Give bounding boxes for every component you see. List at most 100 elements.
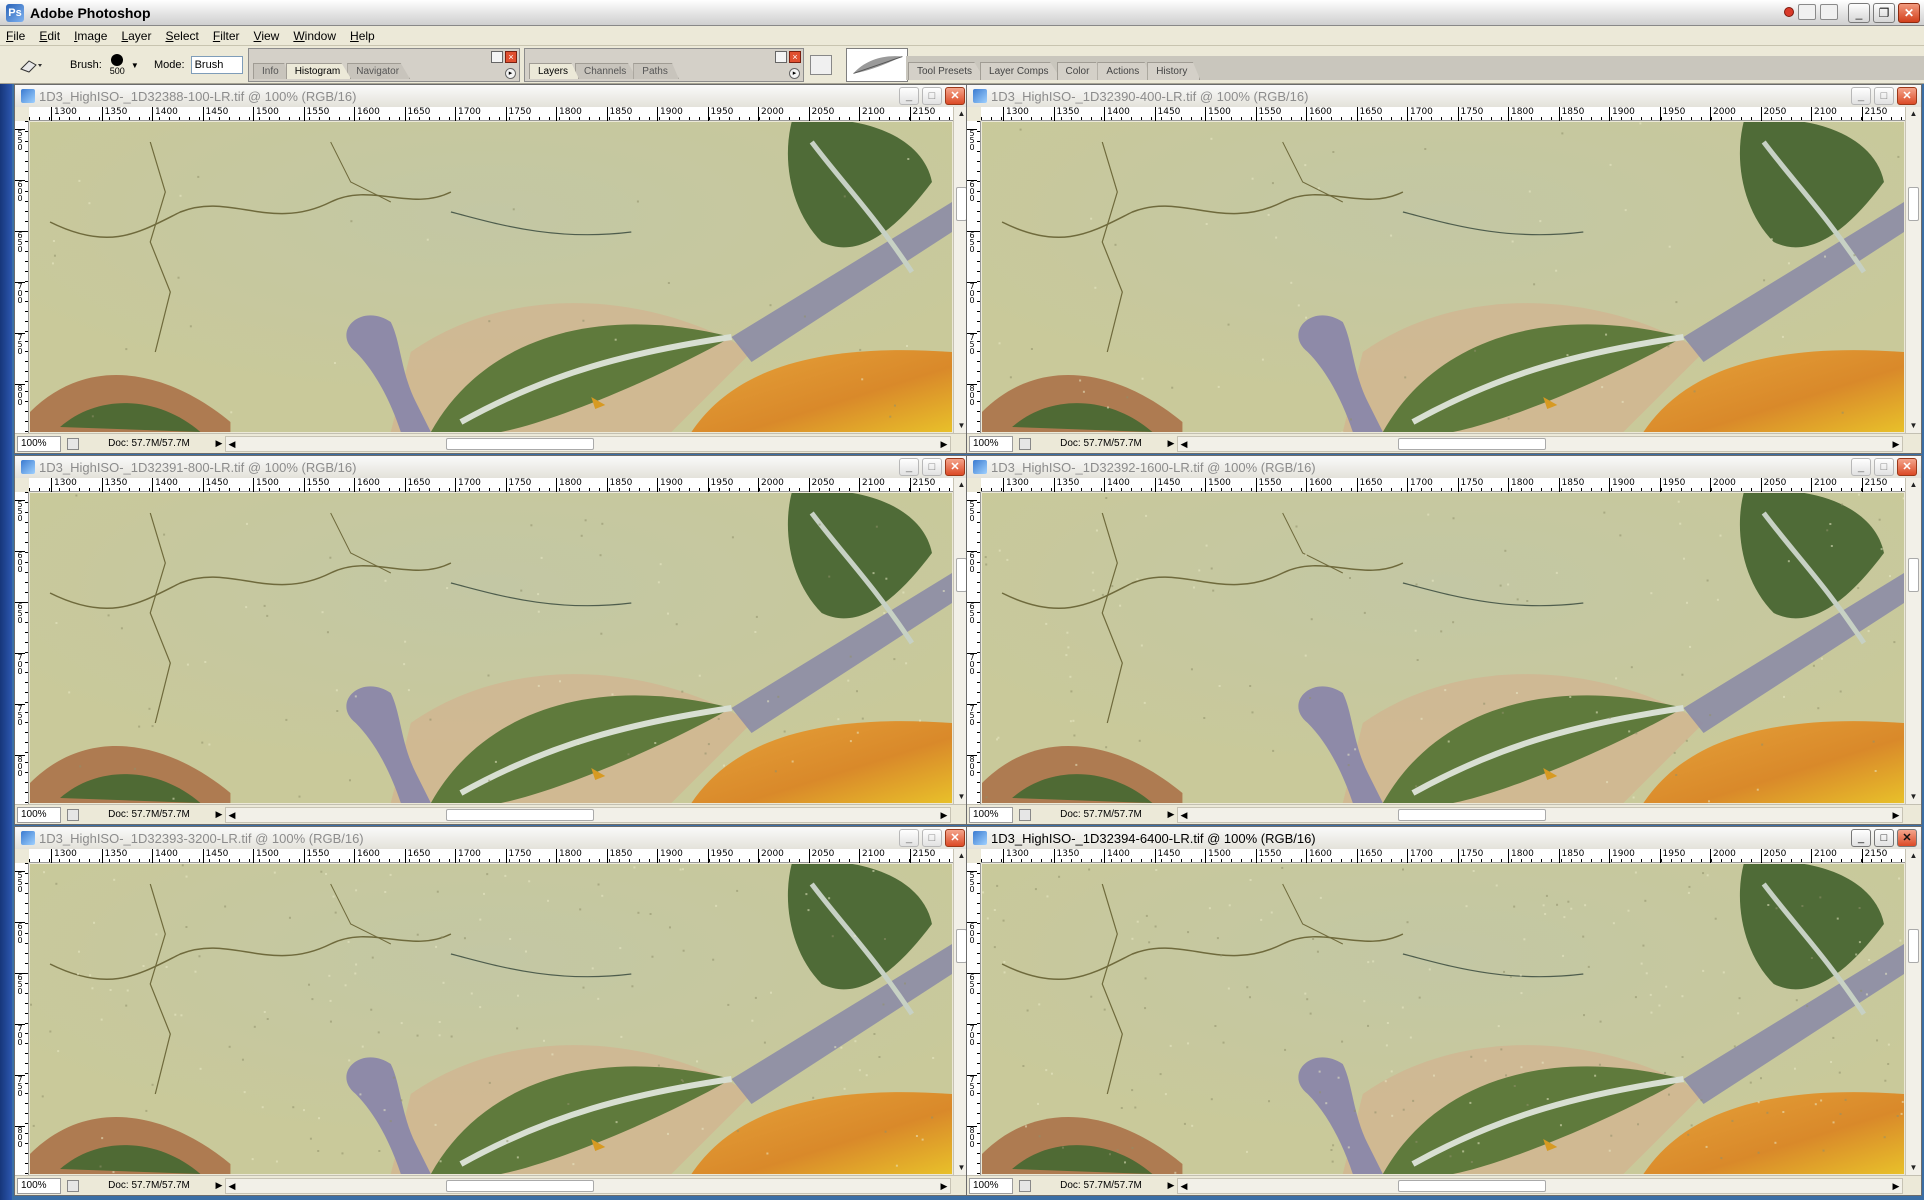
minimize-button[interactable]: _ (1848, 3, 1870, 23)
feather-logo-icon[interactable] (846, 48, 908, 82)
zoom-field[interactable]: 100% (969, 806, 1013, 823)
menu-image[interactable]: Image (74, 29, 107, 43)
document-window-3[interactable]: 1D3_HighISO-_1D32391-800-LR.tif @ 100% (… (14, 455, 970, 825)
horizontal-scrollbar[interactable]: ◀ ▶ (1177, 435, 1903, 452)
minimize-button[interactable]: _ (899, 829, 919, 847)
tab-actions[interactable]: Actions (1097, 62, 1153, 80)
document-title-bar[interactable]: 1D3_HighISO-_1D32390-400-LR.tif @ 100% (… (967, 85, 1921, 107)
minimize-button[interactable]: _ (1851, 458, 1871, 476)
menu-view[interactable]: View (254, 29, 280, 43)
status-menu-icon[interactable]: ▶ (213, 1180, 225, 1191)
horizontal-scrollbar[interactable]: ◀ ▶ (1177, 806, 1903, 823)
close-button[interactable]: ✕ (945, 458, 965, 476)
minimize-button[interactable]: _ (1851, 87, 1871, 105)
close-button[interactable]: ✕ (1897, 458, 1917, 476)
document-title-bar[interactable]: 1D3_HighISO-_1D32388-100-LR.tif @ 100% (… (15, 85, 969, 107)
mode-select[interactable]: Brush (190, 56, 243, 74)
scroll-up-icon[interactable]: ▲ (1907, 478, 1920, 492)
tab-layers[interactable]: Layers (529, 63, 580, 79)
close-button[interactable]: ✕ (945, 829, 965, 847)
close-button[interactable]: ✕ (945, 87, 965, 105)
document-title-bar[interactable]: 1D3_HighISO-_1D32391-800-LR.tif @ 100% (… (15, 456, 969, 478)
maximize-button[interactable]: □ (922, 87, 942, 105)
scroll-down-icon[interactable]: ▼ (1907, 419, 1920, 433)
scroll-up-icon[interactable]: ▲ (1907, 849, 1920, 863)
scroll-left-icon[interactable]: ◀ (226, 808, 238, 822)
menu-edit[interactable]: Edit (39, 29, 60, 43)
eraser-tool-icon[interactable] (18, 56, 44, 74)
scroll-down-icon[interactable]: ▼ (1907, 1161, 1920, 1175)
scroll-thumb[interactable] (1398, 1179, 1546, 1192)
image-canvas[interactable] (30, 122, 952, 432)
chevron-down-icon[interactable]: ▼ (131, 61, 139, 70)
close-button[interactable]: ✕ (1898, 3, 1920, 23)
scroll-left-icon[interactable]: ◀ (1178, 808, 1190, 822)
maximize-button[interactable]: ❐ (1873, 3, 1895, 23)
status-menu-icon[interactable]: ▶ (213, 809, 225, 820)
document-window-4[interactable]: 1D3_HighISO-_1D32392-1600-LR.tif @ 100% … (966, 455, 1922, 825)
image-canvas[interactable] (982, 122, 1904, 432)
maximize-button[interactable]: □ (1874, 829, 1894, 847)
menu-help[interactable]: Help (350, 29, 375, 43)
horizontal-scrollbar[interactable]: ◀ ▶ (225, 435, 951, 452)
vertical-scrollbar[interactable]: ▲ ▼ (1905, 478, 1921, 804)
document-window-5[interactable]: 1D3_HighISO-_1D32393-3200-LR.tif @ 100% … (14, 826, 970, 1196)
maximize-button[interactable]: □ (922, 829, 942, 847)
scroll-right-icon[interactable]: ▶ (1890, 808, 1902, 822)
scroll-thumb[interactable] (1398, 437, 1546, 450)
image-canvas[interactable] (982, 493, 1904, 803)
maximize-button[interactable]: □ (1874, 458, 1894, 476)
restore-icon[interactable] (1820, 4, 1838, 20)
dock-icon[interactable] (775, 51, 787, 63)
tab-paths[interactable]: Paths (633, 63, 679, 79)
scroll-left-icon[interactable]: ◀ (226, 1179, 238, 1193)
vertical-scrollbar[interactable]: ▲ ▼ (1905, 107, 1921, 433)
minimize-button[interactable]: _ (899, 458, 919, 476)
screen-mode-icon[interactable] (1798, 4, 1816, 20)
scroll-up-icon[interactable]: ▲ (1907, 107, 1920, 121)
minimize-button[interactable]: _ (899, 87, 919, 105)
scroll-thumb[interactable] (446, 1179, 594, 1192)
tab-info[interactable]: Info (253, 63, 290, 79)
zoom-field[interactable]: 100% (17, 1177, 61, 1194)
dock-icon[interactable] (491, 51, 503, 63)
document-window-1[interactable]: 1D3_HighISO-_1D32388-100-LR.tif @ 100% (… (14, 84, 970, 454)
scroll-thumb[interactable] (1398, 808, 1546, 821)
document-title-bar[interactable]: 1D3_HighISO-_1D32394-6400-LR.tif @ 100% … (967, 827, 1921, 849)
zoom-field[interactable]: 100% (17, 806, 61, 823)
scroll-left-icon[interactable]: ◀ (226, 437, 238, 451)
status-menu-icon[interactable]: ▶ (1165, 1180, 1177, 1191)
scroll-right-icon[interactable]: ▶ (1890, 437, 1902, 451)
scroll-thumb[interactable] (1908, 929, 1919, 963)
scroll-thumb[interactable] (1908, 558, 1919, 592)
status-icon[interactable] (67, 437, 79, 450)
tab-color[interactable]: Color (1056, 62, 1103, 80)
status-menu-icon[interactable]: ▶ (1165, 438, 1177, 449)
zoom-field[interactable]: 100% (17, 435, 61, 452)
image-canvas[interactable] (30, 493, 952, 803)
tab-navigator[interactable]: Navigator (347, 63, 411, 79)
status-icon[interactable] (67, 1179, 79, 1192)
image-canvas[interactable] (30, 864, 952, 1174)
palette-well-toggle-icon[interactable] (810, 55, 832, 75)
tab-tool-presets[interactable]: Tool Presets (908, 62, 986, 80)
menu-window[interactable]: Window (293, 29, 336, 43)
document-title-bar[interactable]: 1D3_HighISO-_1D32392-1600-LR.tif @ 100% … (967, 456, 1921, 478)
maximize-button[interactable]: □ (1874, 87, 1894, 105)
scroll-left-icon[interactable]: ◀ (1178, 437, 1190, 451)
status-icon[interactable] (1019, 437, 1031, 450)
palette-close-icon[interactable]: × (789, 51, 801, 63)
tab-layer-comps[interactable]: Layer Comps (980, 62, 1062, 80)
scroll-left-icon[interactable]: ◀ (1178, 1179, 1190, 1193)
minimize-button[interactable]: _ (1851, 829, 1871, 847)
horizontal-scrollbar[interactable]: ◀ ▶ (1177, 1177, 1903, 1194)
tab-history[interactable]: History (1147, 62, 1201, 80)
menu-file[interactable]: File (6, 29, 25, 43)
scroll-thumb[interactable] (446, 808, 594, 821)
status-icon[interactable] (1019, 1179, 1031, 1192)
status-menu-icon[interactable]: ▶ (1165, 809, 1177, 820)
menu-filter[interactable]: Filter (213, 29, 240, 43)
brush-preset-picker[interactable]: 500 (110, 54, 125, 76)
scroll-right-icon[interactable]: ▶ (1890, 1179, 1902, 1193)
document-window-2[interactable]: 1D3_HighISO-_1D32390-400-LR.tif @ 100% (… (966, 84, 1922, 454)
